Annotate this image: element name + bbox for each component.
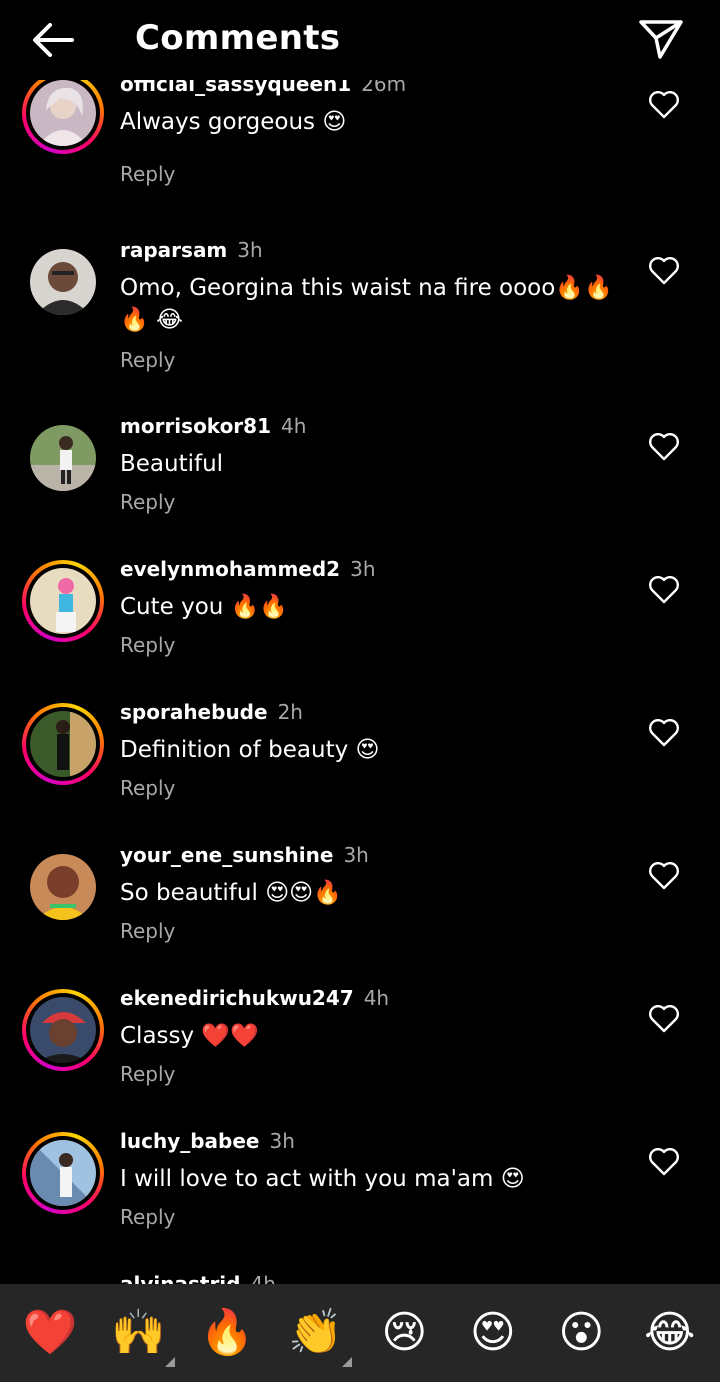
comment-item: evelynmohammed2 3h Cute you 🔥🔥 Reply <box>0 557 720 697</box>
comment-header: morrisokor81 4h <box>120 414 306 438</box>
comment-time: 26m <box>361 80 407 96</box>
comment-item: official_sassyqueen1 26m Always gorgeous … <box>0 80 720 212</box>
reply-button[interactable]: Reply <box>120 1205 175 1229</box>
comment-time: 2h <box>277 700 303 724</box>
reply-button[interactable]: Reply <box>120 633 175 657</box>
comment-text: Cute you 🔥🔥 <box>120 594 288 620</box>
avatar[interactable] <box>22 80 104 154</box>
comment-header: alvinastrid 4h <box>120 1272 276 1284</box>
comment-item: luchy_babee 3h I will love to act with yo… <box>0 1129 720 1269</box>
comment-text: I will love to act with you ma'am 😍 <box>120 1166 525 1192</box>
comment-text: So beautiful 😍😍🔥 <box>120 880 342 906</box>
comment-header: official_sassyqueen1 26m <box>120 80 406 96</box>
heart-outline-icon[interactable] <box>648 860 680 890</box>
arrow-left-icon[interactable] <box>28 20 76 60</box>
heart-outline-icon[interactable] <box>648 1003 680 1033</box>
tears-of-joy-emoji[interactable]: 😂 <box>640 1303 700 1363</box>
page-title: Comments <box>135 18 341 58</box>
comment-username[interactable]: sporahebude <box>120 700 268 724</box>
comment-time: 4h <box>250 1272 276 1284</box>
comment-item: raparsam 3h Omo, Georgina this waist na f… <box>0 238 720 378</box>
comment-time: 4h <box>363 986 390 1010</box>
reply-button[interactable]: Reply <box>120 1062 175 1086</box>
paper-plane-icon[interactable] <box>638 18 684 60</box>
comment-text: Omo, Georgina this waist na fire oooo🔥🔥🔥… <box>120 275 613 333</box>
heart-outline-icon[interactable] <box>648 574 680 604</box>
comment-username[interactable]: official_sassyqueen1 <box>120 80 351 96</box>
heart-outline-icon[interactable] <box>648 431 680 461</box>
heart-eyes-emoji[interactable]: 😍 <box>463 1303 523 1363</box>
heart-outline-icon[interactable] <box>648 1146 680 1176</box>
comment-username[interactable]: your_ene_sunshine <box>120 843 333 867</box>
avatar[interactable] <box>22 1132 104 1214</box>
comment-list[interactable]: official_sassyqueen1 26m Always gorgeous … <box>0 80 720 1284</box>
skin-tone-indicator <box>164 1357 175 1367</box>
comment-time: 3h <box>350 557 376 581</box>
comment-item: ekenedirichukwu247 4h Classy ❤️❤️ Reply <box>0 986 720 1126</box>
reply-button[interactable]: Reply <box>120 348 175 372</box>
emoji-reaction-bar: ❤️ 🙌 🔥 👏 😢 😍 😮 😂 <box>0 1284 720 1382</box>
comment-item: sporahebude 2h Definition of beauty 😍 Rep… <box>0 700 720 840</box>
reply-button[interactable]: Reply <box>120 490 175 514</box>
comment-item: morrisokor81 4h Beautiful Reply <box>0 414 720 554</box>
comment-text: Definition of beauty 😍 <box>120 737 380 763</box>
heart-outline-icon[interactable] <box>648 89 680 119</box>
crying-face-emoji[interactable]: 😢 <box>374 1303 434 1363</box>
avatar[interactable] <box>22 846 104 928</box>
comment-username[interactable]: morrisokor81 <box>120 414 271 438</box>
avatar[interactable] <box>22 1276 104 1284</box>
comment-username[interactable]: raparsam <box>120 238 227 262</box>
avatar[interactable] <box>22 560 104 642</box>
red-heart-emoji[interactable]: ❤️ <box>20 1303 80 1363</box>
fire-emoji[interactable]: 🔥 <box>197 1303 257 1363</box>
comment-header: raparsam 3h <box>120 238 263 262</box>
comment-header: evelynmohammed2 3h <box>120 557 376 581</box>
comment-header: luchy_babee 3h <box>120 1129 295 1153</box>
comment-text: Beautiful <box>120 451 224 477</box>
raising-hands-emoji[interactable]: 🙌 <box>109 1303 175 1367</box>
reply-button[interactable]: Reply <box>120 919 175 943</box>
avatar[interactable] <box>22 241 104 323</box>
clapping-hands-emoji[interactable]: 👏 <box>286 1303 352 1367</box>
comment-header: your_ene_sunshine 3h <box>120 843 369 867</box>
heart-outline-icon[interactable] <box>648 255 680 285</box>
comment-text: Always gorgeous 😍 <box>120 109 347 135</box>
surprised-face-emoji[interactable]: 😮 <box>551 1303 611 1363</box>
clapping-hands-emoji-glyph: 👏 <box>288 1307 344 1358</box>
top-app-bar: Comments <box>0 0 720 80</box>
comment-time: 4h <box>281 414 307 438</box>
comment-time: 3h <box>237 238 263 262</box>
comment-header: ekenedirichukwu247 4h <box>120 986 389 1010</box>
comment-header: sporahebude 2h <box>120 700 303 724</box>
avatar[interactable] <box>22 417 104 499</box>
reply-button[interactable]: Reply <box>120 162 175 186</box>
comment-username[interactable]: alvinastrid <box>120 1272 240 1284</box>
comment-username[interactable]: luchy_babee <box>120 1129 259 1153</box>
avatar[interactable] <box>22 703 104 785</box>
comment-text: Classy ❤️❤️ <box>120 1023 259 1049</box>
comment-time: 3h <box>343 843 369 867</box>
avatar[interactable] <box>22 989 104 1071</box>
skin-tone-indicator <box>341 1357 352 1367</box>
raising-hands-emoji-glyph: 🙌 <box>111 1307 167 1358</box>
heart-outline-icon[interactable] <box>648 717 680 747</box>
comment-time: 3h <box>269 1129 295 1153</box>
comment-item: alvinastrid 4h <box>0 1272 720 1284</box>
comment-username[interactable]: evelynmohammed2 <box>120 557 340 581</box>
comment-username[interactable]: ekenedirichukwu247 <box>120 986 354 1010</box>
reply-button[interactable]: Reply <box>120 776 175 800</box>
comment-item: your_ene_sunshine 3h So beautiful 😍😍🔥 Rep… <box>0 843 720 983</box>
